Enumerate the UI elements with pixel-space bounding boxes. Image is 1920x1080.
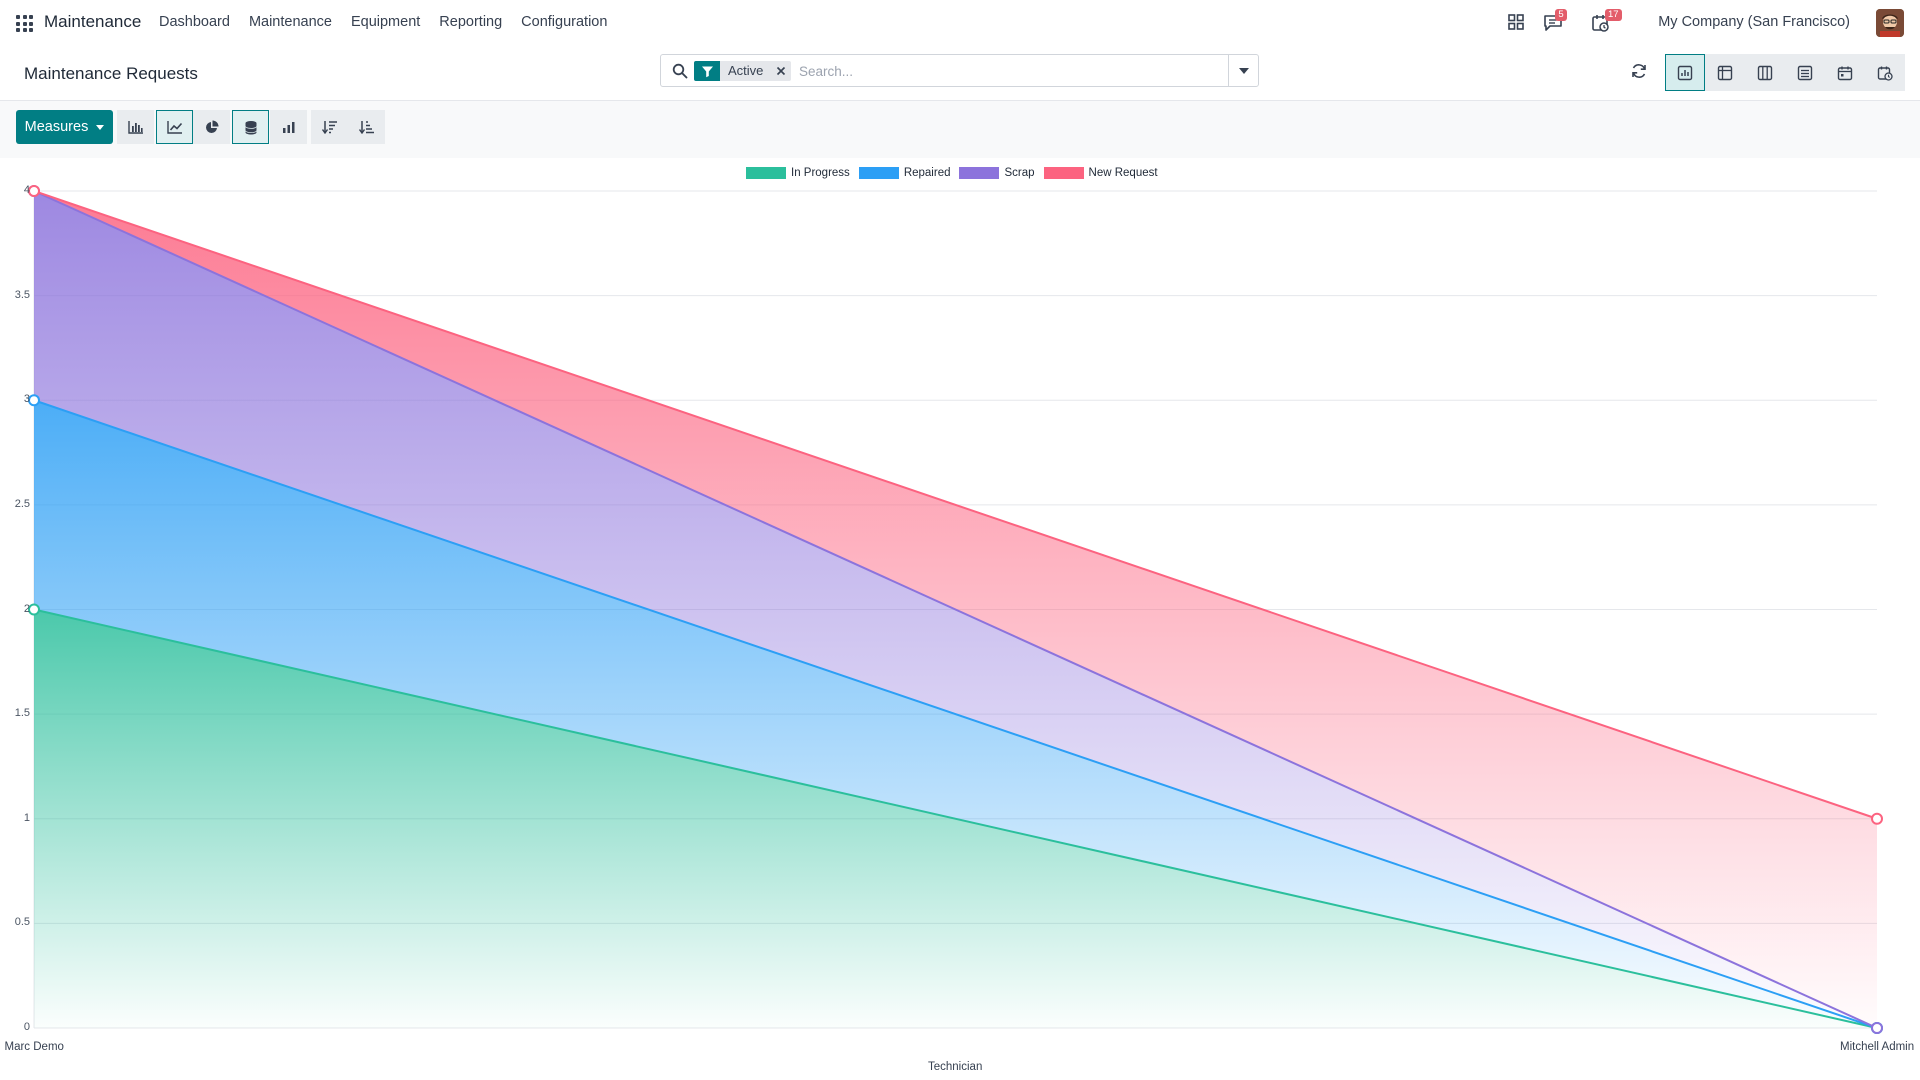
pivot-view-icon: [1717, 65, 1733, 80]
data-point-in-progress: [28, 603, 40, 616]
filter-icon: [694, 61, 720, 81]
cumulative-toggle-button[interactable]: [270, 110, 307, 144]
legend-label: Scrap: [1004, 167, 1035, 179]
data-point-new-request: [28, 185, 40, 197]
y-tick-label: 3.5: [14, 288, 30, 301]
legend-swatch: [746, 167, 786, 179]
activity-view-icon: [1877, 66, 1893, 81]
reload-icon[interactable]: [1630, 62, 1648, 80]
cumulative-bars-icon: [282, 122, 294, 133]
activities-badge: 17: [1605, 9, 1622, 21]
list-view-button[interactable]: [1785, 54, 1825, 91]
legend-swatch: [959, 167, 1000, 179]
y-tick-label: 4: [23, 184, 30, 196]
company-switcher[interactable]: My Company (San Francisco): [1658, 14, 1850, 30]
calendar-view-icon: [1837, 66, 1853, 80]
page-title: Maintenance Requests: [24, 64, 198, 83]
data-point-repaired: [28, 394, 40, 407]
legend-swatch: [858, 167, 899, 179]
user-avatar[interactable]: [1876, 9, 1904, 37]
x-tick-label: Mitchell Admin: [1840, 1041, 1915, 1053]
descending-sort-button[interactable]: [311, 110, 348, 144]
sort-ascending-icon: [358, 121, 374, 134]
y-tick-label: 0.5: [14, 916, 30, 929]
y-tick-label: 0: [23, 1021, 30, 1033]
chart-canvas: [28, 185, 1883, 1034]
search-icon[interactable]: [672, 63, 688, 79]
legend-label: Repaired: [903, 167, 951, 179]
app-brand[interactable]: Maintenance: [44, 12, 141, 32]
graph-view-button[interactable]: [1665, 54, 1705, 91]
calendar-view-button[interactable]: [1825, 54, 1865, 91]
legend-item[interactable]: Repaired: [858, 167, 951, 179]
systray: 5 17 My Company (San Francisco): [1500, 0, 1920, 46]
legend-swatch: [1043, 167, 1084, 179]
apps-menu-icon[interactable]: [14, 13, 34, 33]
kanban-view-button[interactable]: [1745, 54, 1785, 91]
chart-legend: In Progress Repaired Scrap New Request: [746, 167, 1158, 179]
search-input[interactable]: [799, 61, 1199, 81]
line-chart-button[interactable]: [156, 110, 193, 144]
menu-item-equipment[interactable]: Equipment: [351, 14, 420, 30]
y-tick-label: 1.5: [14, 707, 30, 720]
filter-facet: Active: [694, 61, 792, 81]
legend-item[interactable]: New Request: [1043, 167, 1158, 179]
menu-item-maintenance[interactable]: Maintenance: [249, 14, 332, 30]
pivot-view-button[interactable]: [1705, 54, 1745, 91]
bar-chart-icon: [127, 121, 143, 134]
top-navbar: Maintenance Dashboard Maintenance Equipm…: [0, 0, 1920, 46]
sort-descending-icon: [321, 121, 337, 134]
menu-item-reporting[interactable]: Reporting: [439, 14, 502, 30]
line-chart-icon: [166, 121, 182, 134]
measures-dropdown[interactable]: Measures: [16, 110, 113, 144]
activity-view-button[interactable]: [1865, 54, 1905, 91]
list-view-icon: [1797, 65, 1813, 80]
messages-badge: 5: [1555, 9, 1567, 21]
chevron-down-icon: [1238, 67, 1249, 74]
pie-chart-icon: [205, 120, 218, 133]
graph-view-icon: [1677, 65, 1693, 80]
legend-label: New Request: [1088, 167, 1158, 179]
switch-app-icon[interactable]: [1507, 13, 1527, 33]
y-tick-label: 2: [23, 602, 30, 615]
legend-item[interactable]: Scrap: [959, 167, 1035, 179]
stacked-toggle-button[interactable]: [232, 110, 269, 144]
activities-icon[interactable]: 17: [1591, 9, 1622, 33]
menu-item-dashboard[interactable]: Dashboard: [159, 14, 230, 30]
y-tick-label: 3: [23, 393, 30, 406]
ascending-sort-button[interactable]: [348, 110, 385, 144]
x-axis-label: Technician: [928, 1061, 983, 1073]
view-switcher: [1665, 54, 1905, 91]
filter-facet-label: Active: [720, 61, 772, 81]
caret-down-icon: [96, 124, 105, 130]
pie-chart-button[interactable]: [193, 110, 230, 144]
kanban-view-icon: [1757, 65, 1773, 80]
graph-toolbar: Measures: [0, 101, 1920, 158]
messages-icon[interactable]: 5: [1543, 9, 1567, 33]
menu-item-configuration[interactable]: Configuration: [521, 14, 607, 30]
search-options-toggle[interactable]: [1228, 55, 1258, 86]
data-point-scrap: [1871, 1022, 1883, 1034]
main-menu: Dashboard Maintenance Equipment Reportin…: [159, 14, 607, 30]
legend-label: In Progress: [791, 167, 850, 179]
x-tick-label: Marc Demo: [4, 1041, 64, 1053]
legend-item[interactable]: In Progress: [746, 167, 850, 179]
data-point-new-request: [1871, 812, 1883, 825]
y-tick-label: 2.5: [14, 497, 30, 510]
graph-chart: In Progress Repaired Scrap New Request 0 0.5…: [0, 158, 1920, 1080]
stacked-database-icon: [245, 120, 256, 134]
remove-facet-icon[interactable]: [771, 61, 792, 81]
control-panel: Maintenance Requests Active: [0, 46, 1920, 101]
measures-label: Measures: [24, 119, 89, 135]
y-tick-label: 1: [23, 811, 30, 824]
bar-chart-button[interactable]: [117, 110, 154, 144]
search-bar: Active: [660, 54, 1259, 87]
